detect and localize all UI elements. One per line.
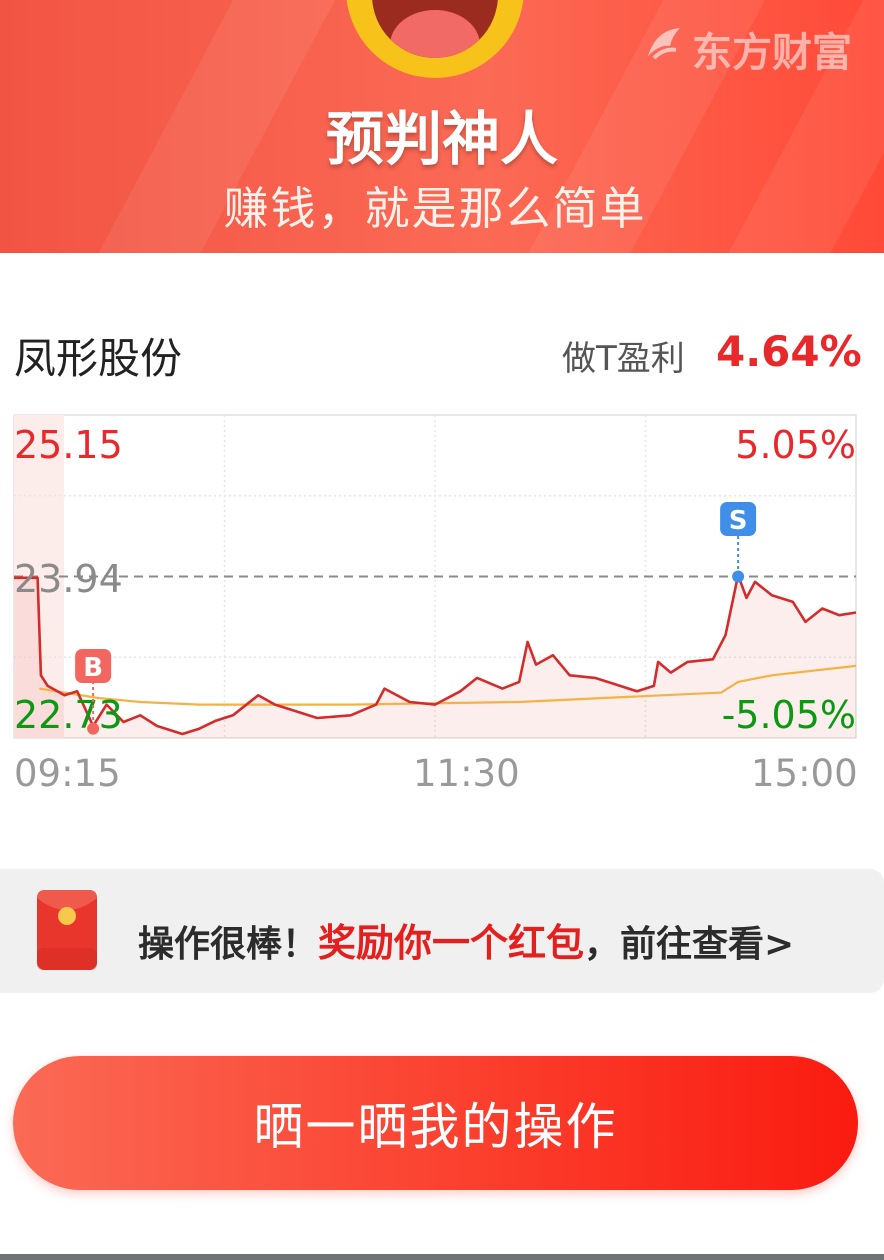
page-subtitle: 赚钱，就是那么简单 xyxy=(223,182,647,235)
sell-marker-label: S xyxy=(729,506,748,536)
brand-logo: 东方财富 xyxy=(648,20,852,78)
share-button[interactable]: 晒一晒我的操作 xyxy=(13,1056,858,1190)
price-high-label: 25.15 xyxy=(14,423,123,467)
stock-name: 凤形股份 xyxy=(14,334,183,383)
time-tick-start: 09:15 xyxy=(14,752,121,795)
reward-prefix: 操作很棒！ xyxy=(138,924,319,965)
header-banner: 东方财富 预判神人 赚钱，就是那么简单 xyxy=(0,0,884,253)
intraday-chart: 25.15 23.94 22.73 5.05% -5.05% B S xyxy=(13,414,857,739)
red-envelope-icon xyxy=(37,890,97,970)
time-tick-end: 15:00 xyxy=(751,752,858,795)
pct-low-label: -5.05% xyxy=(722,693,856,737)
price-ref-label: 23.94 xyxy=(14,557,123,601)
time-tick-mid: 11:30 xyxy=(413,752,520,795)
reward-highlight: 奖励你一个红包 xyxy=(318,921,585,965)
brand-name: 东方财富 xyxy=(692,30,852,76)
price-low-label: 22.73 xyxy=(14,693,123,737)
profit-value: 4.64% xyxy=(716,327,862,376)
profit-label: 做T盈利 xyxy=(562,339,685,379)
laughing-emoji-icon xyxy=(346,0,524,78)
bottom-edge xyxy=(0,1254,884,1260)
brand-logo-icon xyxy=(648,28,680,60)
buy-point xyxy=(87,722,100,735)
sell-point xyxy=(732,570,745,583)
reward-link[interactable]: 操作很棒！奖励你一个红包，前往查看> xyxy=(138,912,794,967)
page-title: 预判神人 xyxy=(325,105,558,173)
pct-high-label: 5.05% xyxy=(735,423,856,467)
buy-marker-label: B xyxy=(83,653,103,683)
reward-suffix: ，前往查看> xyxy=(584,924,795,965)
